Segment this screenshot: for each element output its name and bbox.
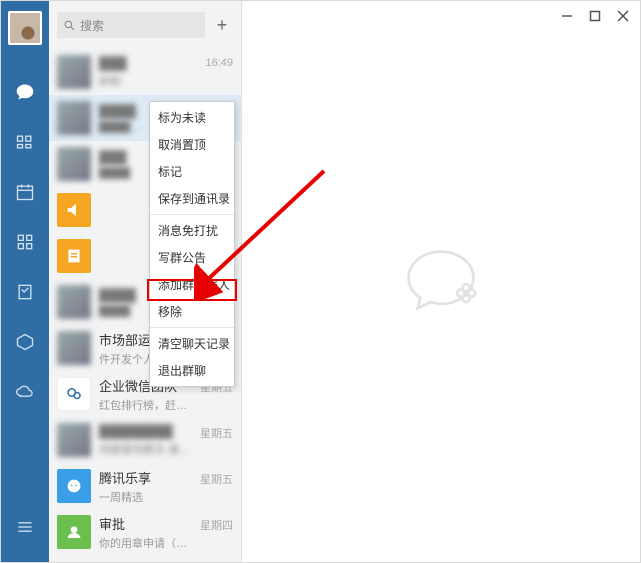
chat-list-header: 搜索 +	[49, 1, 241, 49]
chat-avatar	[57, 55, 91, 89]
empty-chat-placeholder-icon	[396, 235, 486, 328]
context-menu-item[interactable]: 标记	[150, 158, 234, 185]
chat-title: 审批	[99, 514, 196, 533]
nav-chat-icon[interactable]	[14, 81, 36, 103]
nav-workspace-icon[interactable]	[14, 331, 36, 353]
minimize-button[interactable]	[560, 9, 574, 23]
window-controls	[560, 1, 640, 31]
chat-avatar	[57, 285, 91, 319]
chat-avatar	[57, 423, 91, 457]
context-menu-item[interactable]: 添加群机器人	[150, 271, 234, 298]
chat-title: ███	[99, 56, 201, 71]
context-menu-item[interactable]: 消息免打扰	[150, 217, 234, 244]
chat-avatar	[57, 147, 91, 181]
chat-avatar	[57, 377, 91, 411]
chat-title: 腾讯乐享	[99, 468, 196, 487]
chat-time: 星期四	[200, 517, 233, 533]
chat-avatar	[57, 331, 91, 365]
context-menu-item[interactable]: 取消置顶	[150, 131, 234, 158]
context-menu-item[interactable]: 标为未读	[150, 104, 234, 131]
chat-preview: 红包排行榜，赶进入…	[99, 397, 196, 413]
context-menu-item[interactable]: 保存到通讯录	[150, 185, 234, 212]
context-menu-item[interactable]: 退出群聊	[150, 357, 234, 384]
chat-context-menu: 标为未读取消置顶标记保存到通讯录消息免打扰写群公告添加群机器人移除清空聊天记录退…	[149, 101, 235, 387]
chat-preview: 内容官内部文-发12.1…	[99, 441, 196, 457]
chat-preview: 你的用章申请（不外…	[99, 535, 196, 551]
maximize-button[interactable]	[588, 9, 602, 23]
new-chat-button[interactable]: +	[211, 14, 233, 36]
nav-apps-icon[interactable]	[14, 231, 36, 253]
chat-item[interactable]: ████████ 内容官内部文-发12.1…星期五	[49, 417, 241, 463]
chat-item[interactable]: 腾讯乐享一周精选星期五	[49, 463, 241, 509]
nav-menu-icon[interactable]	[14, 516, 36, 538]
context-menu-item[interactable]: 清空聊天记录	[150, 330, 234, 357]
main-area	[242, 1, 640, 562]
chat-time: 星期五	[200, 425, 233, 441]
chat-avatar	[57, 515, 91, 549]
chat-avatar	[57, 101, 91, 135]
chat-preview: 一周精选	[99, 489, 196, 505]
sidebar-nav	[1, 1, 49, 562]
search-placeholder: 搜索	[80, 17, 104, 34]
chat-item[interactable]: ███ 好的 16:49	[49, 49, 241, 95]
chat-title: ████████	[99, 424, 196, 439]
nav-contacts-icon[interactable]	[14, 131, 36, 153]
close-button[interactable]	[616, 9, 630, 23]
nav-cloud-icon[interactable]	[14, 381, 36, 403]
nav-calendar-icon[interactable]	[14, 181, 36, 203]
user-avatar[interactable]	[8, 11, 42, 45]
chat-avatar	[57, 239, 91, 273]
context-menu-item[interactable]: 写群公告	[150, 244, 234, 271]
chat-time: 16:49	[205, 57, 233, 69]
nav-docs-icon[interactable]	[14, 281, 36, 303]
chat-avatar	[57, 193, 91, 227]
chat-avatar	[57, 469, 91, 503]
chat-preview: 好的	[99, 73, 201, 89]
chat-item[interactable]: 审批你的用章申请（不外…星期四	[49, 509, 241, 555]
search-icon	[63, 19, 76, 32]
chat-time: 星期五	[200, 471, 233, 487]
context-menu-item[interactable]: 移除	[150, 298, 234, 325]
search-input[interactable]: 搜索	[57, 12, 205, 38]
